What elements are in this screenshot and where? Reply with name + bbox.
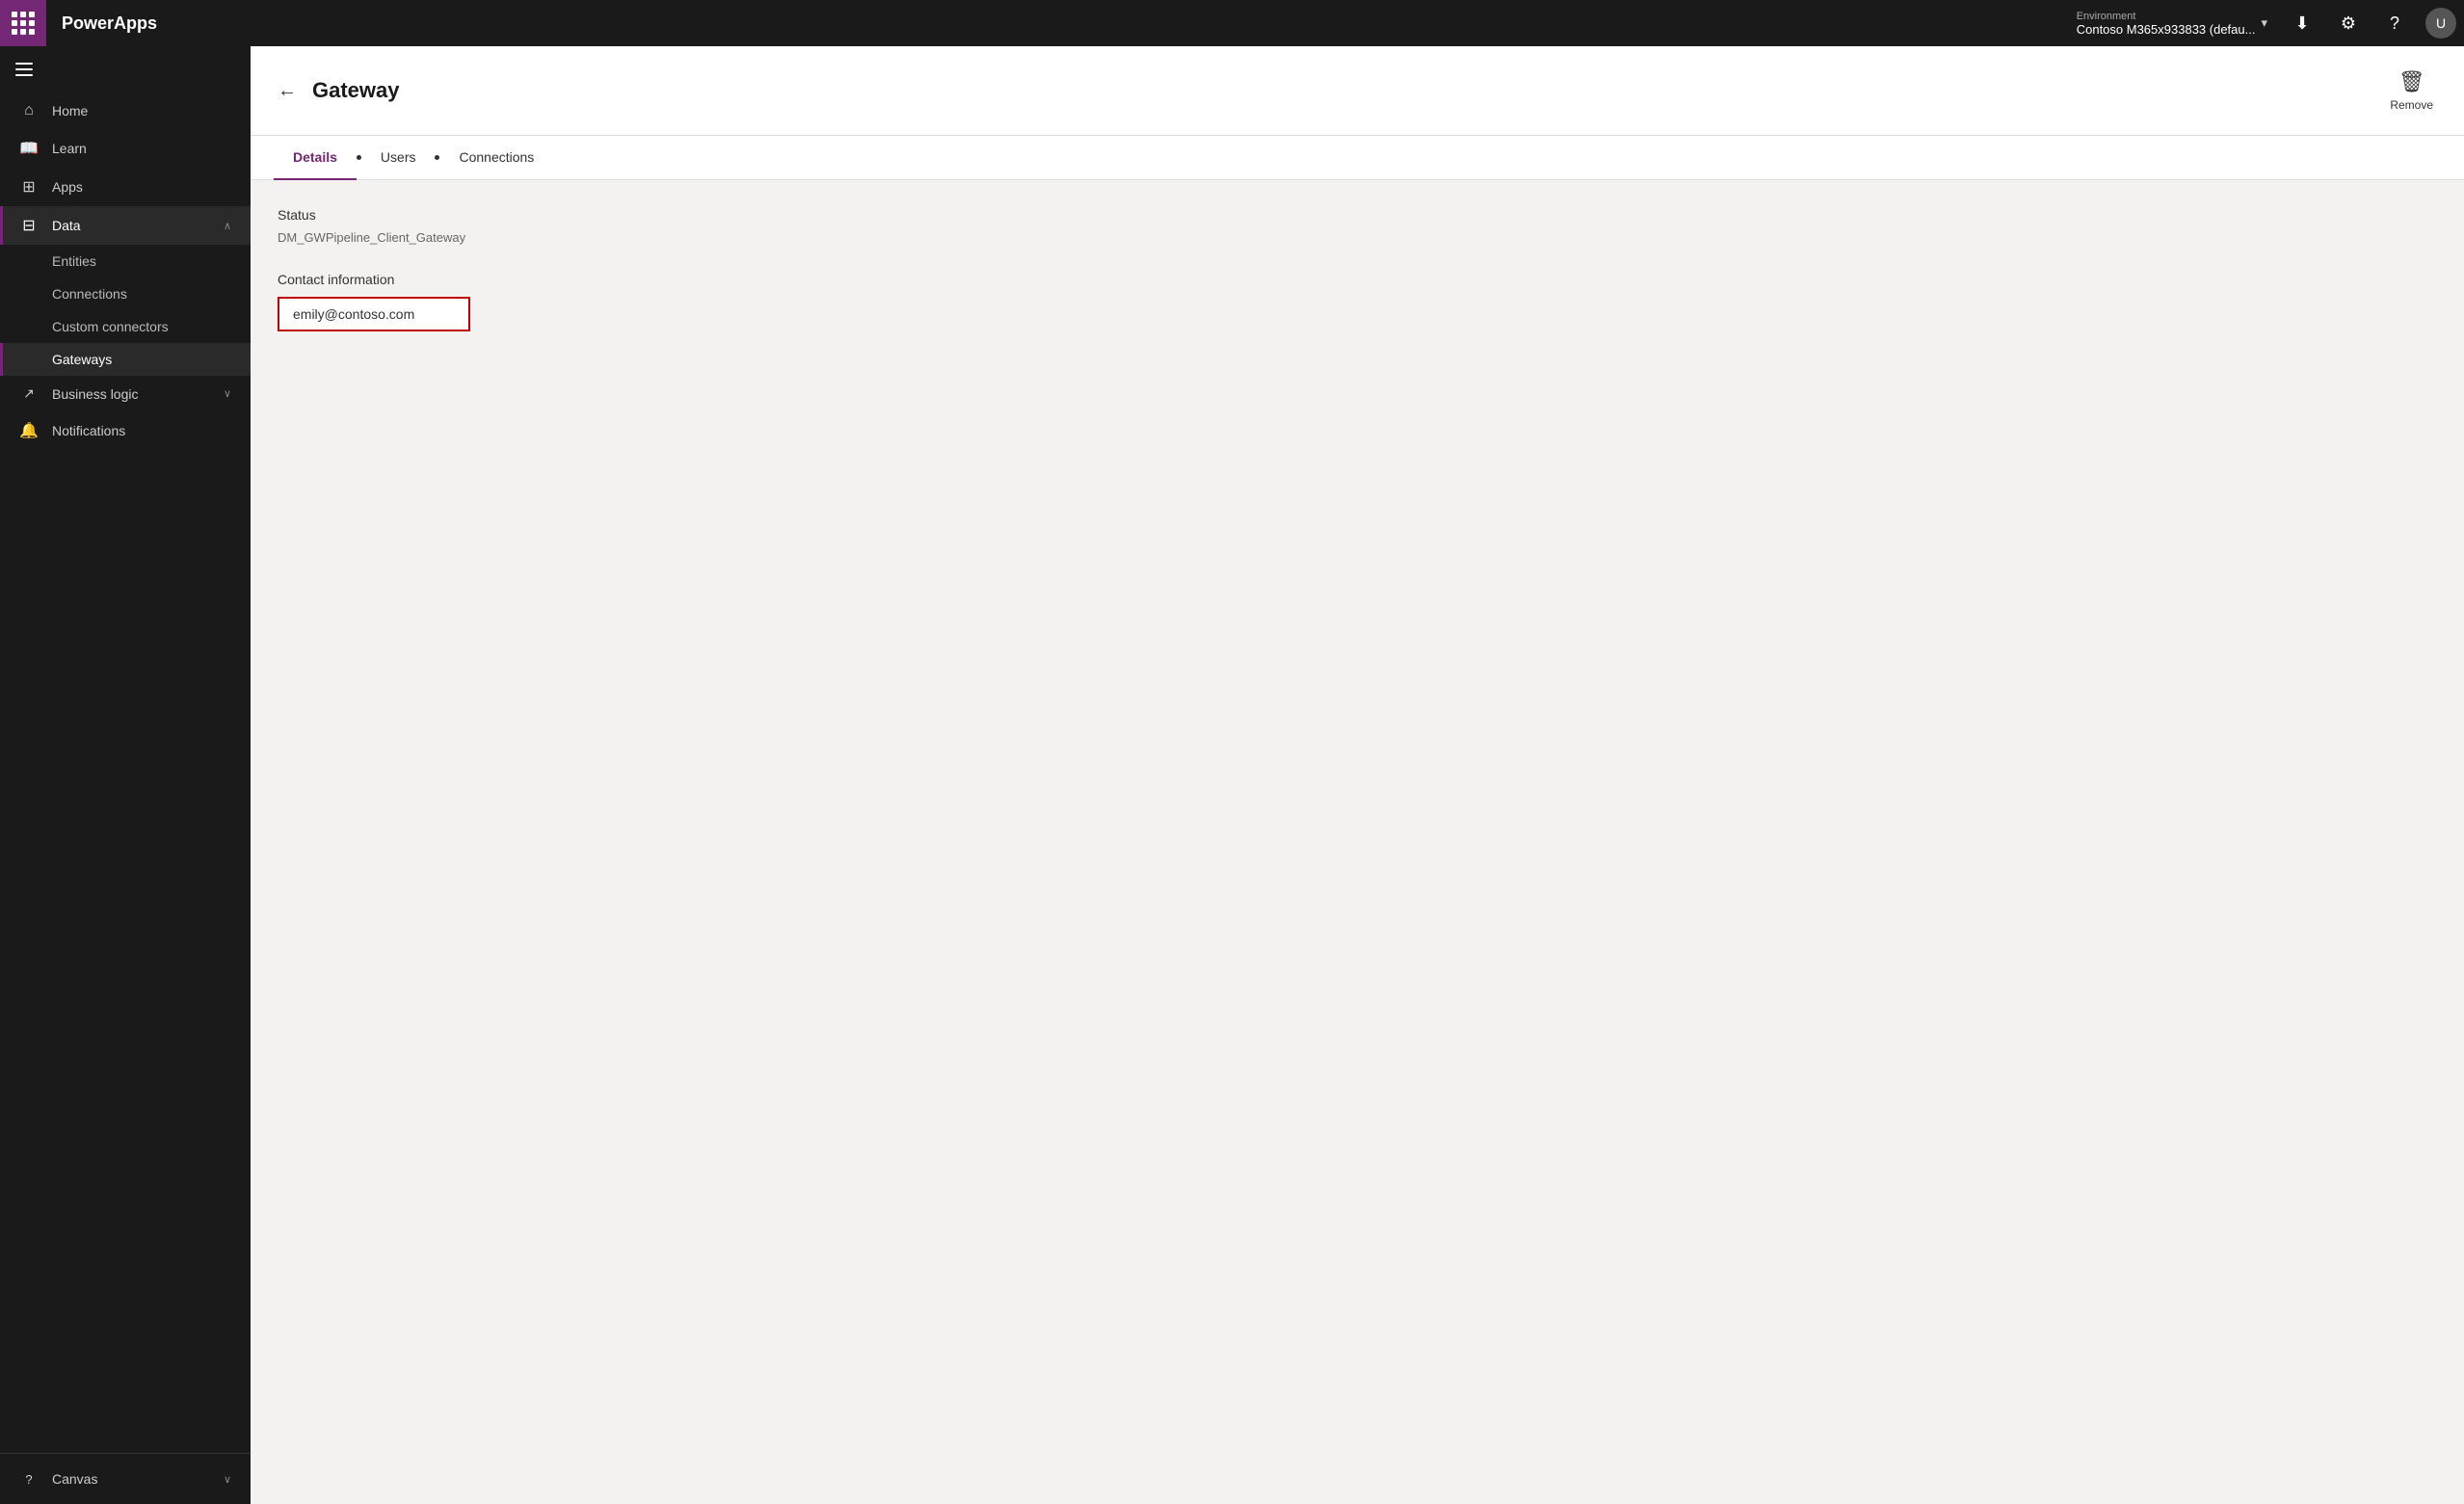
canvas-icon: ?: [19, 1472, 39, 1487]
sidebar-item-business-logic[interactable]: ↗ Business logic ∨: [0, 376, 251, 411]
topbar: PowerApps Environment Contoso M365x93383…: [0, 0, 2464, 46]
page-header-left: ← Gateway: [274, 76, 400, 106]
environment-value: Contoso M365x933833 (defau...: [2077, 22, 2256, 37]
sidebar-item-notifications[interactable]: 🔔 Notifications: [0, 411, 251, 450]
sidebar-item-canvas[interactable]: ? Canvas ∨: [0, 1462, 251, 1496]
data-icon: ⊟: [19, 216, 39, 235]
contact-value: emily@contoso.com: [293, 306, 414, 322]
gear-icon: ⚙: [2341, 13, 2356, 34]
trash-icon: 🗑: [2398, 69, 2425, 94]
sidebar-item-entities[interactable]: Entities: [0, 245, 251, 277]
tab-details[interactable]: Details: [274, 136, 357, 180]
sidebar-item-label: Data: [52, 218, 210, 233]
sidebar-item-home[interactable]: ⌂ Home: [0, 92, 251, 129]
tab-users-label: Users: [381, 149, 416, 165]
custom-connectors-label: Custom connectors: [52, 319, 169, 334]
sidebar-item-connections[interactable]: Connections: [0, 277, 251, 310]
sidebar-item-label: Home: [52, 103, 231, 119]
sidebar-item-label: Apps: [52, 179, 231, 195]
status-label: Status: [278, 207, 2437, 223]
canvas-label: Canvas: [52, 1471, 210, 1487]
contact-label: Contact information: [278, 272, 2437, 287]
canvas-chevron-icon: ∨: [224, 1473, 231, 1486]
tab-details-label: Details: [293, 149, 337, 165]
sidebar-item-label: Business logic: [52, 386, 210, 402]
apps-icon: ⊞: [19, 177, 39, 197]
tab-users[interactable]: Users: [361, 136, 436, 180]
back-button[interactable]: ←: [274, 76, 301, 106]
user-avatar[interactable]: U: [2425, 8, 2456, 39]
logo-text: PowerApps: [62, 13, 157, 34]
sidebar-item-label: Notifications: [52, 423, 231, 438]
status-value: DM_GWPipeline_Client_Gateway: [278, 230, 2437, 245]
tab-connections-label: Connections: [459, 149, 534, 165]
sidebar-item-gateways[interactable]: Gateways: [0, 343, 251, 376]
sidebar-item-learn[interactable]: 📖 Learn: [0, 129, 251, 168]
remove-label: Remove: [2390, 98, 2433, 112]
home-icon: ⌂: [19, 102, 39, 119]
gateways-label: Gateways: [52, 352, 112, 367]
tabs-bar: Details Users Connections: [251, 136, 2464, 180]
help-icon: ?: [2390, 13, 2399, 34]
download-icon: ⬇: [2294, 13, 2309, 34]
help-button[interactable]: ?: [2371, 0, 2418, 46]
download-button[interactable]: ⬇: [2279, 0, 2325, 46]
avatar-label: U: [2436, 15, 2446, 31]
page-header: ← Gateway 🗑 Remove: [251, 46, 2464, 136]
tab-connections[interactable]: Connections: [439, 136, 553, 180]
hamburger-icon: [15, 63, 33, 76]
learn-icon: 📖: [19, 139, 39, 158]
sidebar: ⌂ Home 📖 Learn ⊞ Apps ⊟ Data ∧ Entities …: [0, 46, 251, 1504]
sidebar-item-label: Learn: [52, 141, 231, 156]
bell-icon: 🔔: [19, 421, 39, 440]
business-logic-icon: ↗: [19, 385, 39, 402]
contact-input[interactable]: emily@contoso.com: [278, 297, 470, 331]
environment-label: Environment: [2077, 11, 2256, 22]
data-chevron-icon: ∧: [224, 220, 231, 232]
sidebar-item-apps[interactable]: ⊞ Apps: [0, 168, 251, 206]
page-title: Gateway: [312, 78, 400, 103]
environment-selector[interactable]: Environment Contoso M365x933833 (defau..…: [2065, 11, 2279, 37]
waffle-button[interactable]: [0, 0, 46, 46]
app-logo: PowerApps: [46, 13, 172, 34]
sidebar-footer: ? Canvas ∨: [0, 1453, 251, 1504]
content-area: ← Gateway 🗑 Remove Details Users Connect…: [251, 46, 2464, 1504]
environment-chevron-icon: ▾: [2261, 15, 2267, 31]
settings-button[interactable]: ⚙: [2325, 0, 2371, 46]
hamburger-button[interactable]: [0, 46, 251, 92]
sidebar-item-custom-connectors[interactable]: Custom connectors: [0, 310, 251, 343]
business-logic-chevron-icon: ∨: [224, 387, 231, 400]
sidebar-item-data[interactable]: ⊟ Data ∧: [0, 206, 251, 245]
main-layout: ⌂ Home 📖 Learn ⊞ Apps ⊟ Data ∧ Entities …: [0, 46, 2464, 1504]
entities-label: Entities: [52, 253, 96, 269]
connections-label: Connections: [52, 286, 127, 302]
remove-button[interactable]: 🗑 Remove: [2382, 62, 2441, 119]
content-body: Status DM_GWPipeline_Client_Gateway Cont…: [251, 180, 2464, 1504]
